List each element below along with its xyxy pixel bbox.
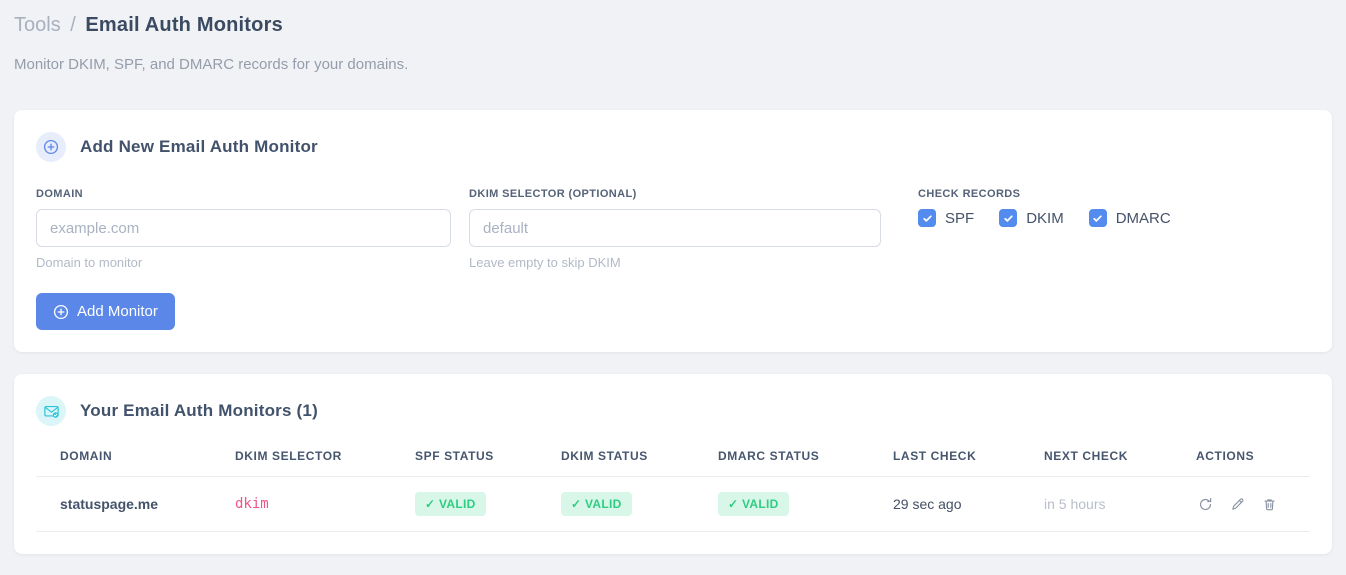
domain-helper-text: Domain to monitor [36,255,143,270]
monitor-domain: statuspage.me [36,476,211,532]
refresh-button[interactable] [1196,495,1215,514]
dkim-selector-input[interactable] [469,209,881,247]
add-monitor-button-label: Add Monitor [77,303,158,320]
breadcrumb-separator: / [70,14,76,36]
spf-checkbox-item[interactable]: SPF [918,209,974,227]
dmarc-status-badge: ✓ VALID [718,492,789,516]
add-monitor-button[interactable]: Add Monitor [36,293,175,330]
check-records-label: CHECK RECORDS [918,188,1021,200]
add-monitor-card: Add New Email Auth Monitor DOMAIN Domain… [14,110,1332,352]
edit-pencil-icon [1232,497,1244,510]
dkim-selector-helper-text: Leave empty to skip DKIM [469,255,621,270]
dmarc-checkbox-label: DMARC [1115,209,1171,227]
check-records-row: SPF DKIM DMARC [918,209,1310,227]
spf-checkbox-label: SPF [945,209,975,227]
spf-checkbox[interactable] [918,209,936,227]
monitors-table: DOMAIN DKIM SELECTOR SPF STATUS DKIM STA… [36,443,1310,532]
header-last-check: LAST CHECK [869,443,1020,477]
dkim-checkbox-item[interactable]: DKIM [999,209,1064,227]
dkim-selector-field-group: DKIM SELECTOR (OPTIONAL) Leave empty to … [469,188,881,270]
header-dkim-status: DKIM STATUS [537,443,694,477]
envelope-check-icon [36,396,66,426]
row-actions [1196,495,1300,514]
table-header-row: DOMAIN DKIM SELECTOR SPF STATUS DKIM STA… [36,443,1310,477]
add-card-title: Add New Email Auth Monitor [80,137,318,156]
plus-circle-icon [36,132,66,162]
monitors-card-title: Your Email Auth Monitors (1) [80,401,318,420]
header-dmarc-status: DMARC STATUS [694,443,869,477]
header-next-check: NEXT CHECK [1020,443,1172,477]
dkim-checkbox[interactable] [999,209,1018,227]
header-domain: DOMAIN [36,443,211,477]
monitors-card-header: Your Email Auth Monitors (1) [36,396,1310,426]
spf-status-badge: ✓ VALID [415,492,486,516]
add-card-header: Add New Email Auth Monitor [36,132,1310,162]
dmarc-checkbox-item[interactable]: DMARC [1088,209,1171,227]
table-row: statuspage.me dkim ✓ VALID ✓ VALID ✓ VAL… [36,476,1310,532]
refresh-icon [1199,497,1212,510]
breadcrumb-tools-link[interactable]: Tools [14,14,61,36]
header-actions: ACTIONS [1172,443,1310,477]
plus-circle-icon [53,304,69,319]
add-monitor-form: DOMAIN Domain to monitor DKIM SELECTOR (… [36,188,1310,270]
dkim-checkbox-label: DKIM [1026,209,1064,227]
check-records-group: CHECK RECORDS SPF DKIM DMARC [899,188,1310,227]
breadcrumb: Tools / Email Auth Monitors [14,12,1332,39]
header-spf-status: SPF STATUS [391,443,537,477]
monitors-card: Your Email Auth Monitors (1) DOMAIN DKIM… [14,374,1332,554]
trash-icon [1264,498,1275,510]
domain-label: DOMAIN [36,188,84,200]
check-icon [1093,214,1102,222]
monitor-next-check: in 5 hours [1020,476,1172,532]
page-title: Email Auth Monitors [85,14,283,36]
dkim-status-badge: ✓ VALID [561,492,632,516]
check-icon [922,214,932,222]
monitor-last-check: 29 sec ago [869,476,1020,532]
edit-button[interactable] [1228,495,1247,514]
domain-input[interactable] [36,209,451,247]
header-dkim-selector: DKIM SELECTOR [211,443,391,477]
domain-field-group: DOMAIN Domain to monitor [36,188,451,270]
page-subtitle: Monitor DKIM, SPF, and DMARC records for… [14,56,409,73]
dkim-selector-label: DKIM SELECTOR (OPTIONAL) [469,188,637,200]
check-icon [1004,214,1013,222]
delete-button[interactable] [1260,495,1279,514]
monitor-dkim-selector: dkim [211,476,391,532]
dmarc-checkbox[interactable] [1088,209,1107,227]
